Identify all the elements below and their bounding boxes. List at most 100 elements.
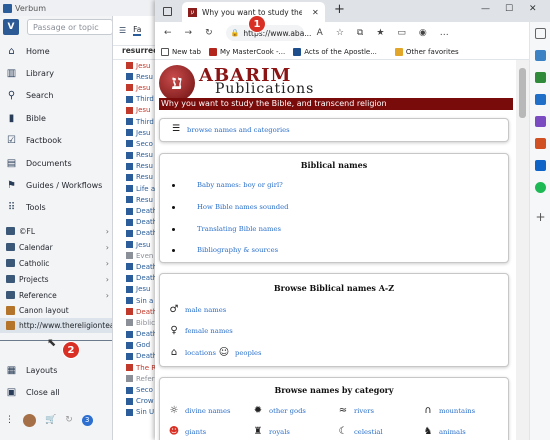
link-names-sounded[interactable]: How Bible names sounded [197,203,288,211]
category-celestial[interactable]: ☾ celestial [337,426,383,437]
list-item[interactable]: Death [113,329,160,340]
list-item[interactable]: Death [113,217,160,228]
link-translating[interactable]: Translating Bible names [197,225,281,233]
list-item[interactable]: Seco [113,138,160,149]
list-item[interactable]: Refer [113,373,160,384]
nav-item-layouts[interactable]: ▦ Layouts [0,359,112,381]
link-royals[interactable]: royals [269,428,290,436]
list-item[interactable]: Death [113,228,160,239]
games-icon[interactable] [535,116,546,127]
list-item[interactable]: Sin a [113,295,160,306]
profile-icon[interactable]: ◉ [419,28,427,38]
office-icon[interactable] [535,138,546,149]
scrollbar-thumb[interactable] [519,68,526,118]
link-divine-names[interactable]: divine names [185,407,230,415]
nav-item-close-all[interactable]: ▣ Close all [0,381,112,403]
list-item[interactable]: Death [113,273,160,284]
link-animals[interactable]: animals [439,428,466,436]
shopping-icon[interactable] [535,72,546,83]
list-item[interactable]: Death [113,351,160,362]
favorite-star-icon[interactable]: ☆ [336,28,344,38]
link-peoples[interactable]: peoples [235,349,262,357]
list-item[interactable]: Resu [113,172,160,183]
category-divine[interactable]: ☼ divine names [168,405,231,416]
link-giants[interactable]: giants [185,428,206,436]
favorite-new-tab[interactable]: New tab [161,47,201,56]
verbum-logo-icon[interactable]: V [3,19,19,35]
list-item[interactable]: Biblic [113,317,160,328]
list-item[interactable]: Resu [113,150,160,161]
list-item[interactable]: Seco [113,384,160,395]
list-item[interactable]: Sin U [113,407,160,418]
list-item[interactable]: Death [113,306,160,317]
category-animals[interactable]: ♞ animals [422,426,466,437]
favorite-acts[interactable]: Acts of the Apostle... [293,47,377,56]
favorites-icon[interactable]: ★ [376,28,384,38]
link-rivers[interactable]: rivers [354,407,374,415]
tab-factbook[interactable]: Fa [133,25,142,36]
browse-names-link[interactable]: browse names and categories [187,126,290,134]
list-item[interactable]: Resu [113,194,160,205]
list-item[interactable]: Jesu [113,82,160,93]
peoples-item[interactable]: ☺ peoples [218,347,262,358]
list-item[interactable]: Jesu [113,60,160,71]
favorite-mastercook[interactable]: My MasterCook -... [208,47,285,56]
category-mountains[interactable]: ∩ mountains [422,405,475,416]
maximize-icon[interactable]: ☐ [505,4,513,14]
extensions-icon[interactable]: ⧉ [357,28,363,38]
list-item[interactable]: Jesu [113,127,160,138]
tab-actions-icon[interactable] [163,6,172,16]
avatar[interactable] [23,413,36,427]
list-item[interactable]: Resu [113,161,160,172]
page-scrollbar[interactable] [516,60,529,440]
link-other-gods[interactable]: other gods [269,407,306,415]
category-other-gods[interactable]: ✹ other gods [252,405,306,416]
list-item[interactable]: Life a [113,183,160,194]
minimize-icon[interactable]: — [481,4,490,14]
list-item[interactable]: Death [113,205,160,216]
category-royals[interactable]: ♜ royals [252,426,290,437]
link-bibliography[interactable]: Bibliography & sources [197,246,278,254]
category-giants[interactable]: ☻ giants [168,426,206,437]
forward-icon[interactable]: → [185,28,193,38]
list-item[interactable]: Even [113,250,160,261]
search-icon[interactable] [535,28,546,39]
list-item[interactable]: Third [113,116,160,127]
list-item[interactable]: Third [113,94,160,105]
abarim-logo-icon[interactable]: ע [159,65,195,101]
link-male-names[interactable]: male names [185,306,226,314]
panel-resize-divider[interactable] [0,340,120,341]
male-names-item[interactable]: ♂ male names [168,304,227,315]
list-item[interactable]: Jesu [113,105,160,116]
outlook-icon[interactable] [535,160,546,171]
tools-icon[interactable] [535,94,546,105]
female-names-item[interactable]: ♀ female names [168,325,232,336]
refresh-icon[interactable]: ↻ [205,28,213,38]
settings-more-icon[interactable]: … [440,28,449,38]
locations-item[interactable]: ⌂ locations [168,347,216,358]
more-menu-icon[interactable]: ⋮ [5,415,14,425]
cart-icon[interactable]: 🛒 [45,415,56,425]
passage-search-input[interactable]: Passage or topic [27,19,113,35]
list-item[interactable]: Crow [113,396,160,407]
list-item[interactable]: Resu [113,71,160,82]
sync-icon[interactable]: ↻ [65,415,73,425]
list-item[interactable]: Death [113,261,160,272]
results-search-text[interactable]: resurrec [113,46,160,60]
favorite-other[interactable]: Other favorites [394,47,459,56]
category-rivers[interactable]: ≈ rivers [337,405,374,416]
add-icon[interactable]: + [535,211,546,223]
back-icon[interactable]: ← [164,28,172,38]
list-item[interactable]: Jesu [113,239,160,250]
hamburger-menu-icon[interactable]: ☰ [119,26,126,35]
close-window-icon[interactable]: ✕ [529,4,537,14]
link-mountains[interactable]: mountains [439,407,475,415]
link-baby-names[interactable]: Baby names: boy or girl? [197,181,283,189]
collections-icon[interactable]: ▭ [397,28,406,38]
list-item[interactable]: The R [113,362,160,373]
list-item[interactable]: Jesu [113,284,160,295]
list-item[interactable]: God [113,340,160,351]
notification-badge[interactable]: 3 [81,414,93,426]
new-tab-icon[interactable]: + [334,2,345,17]
hamburger-menu-icon[interactable]: ☰ [172,124,180,134]
